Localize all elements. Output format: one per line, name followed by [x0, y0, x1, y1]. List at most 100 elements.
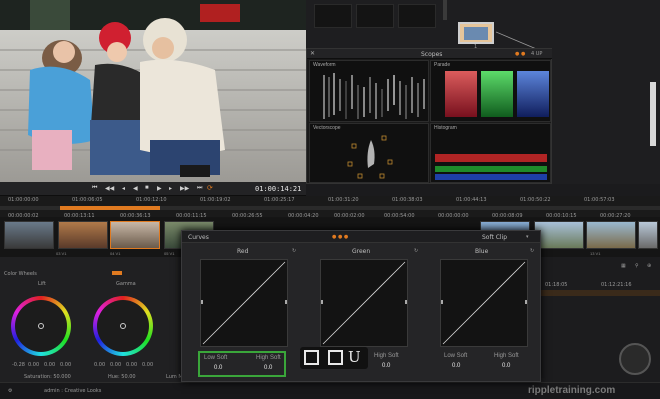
- gamma-value-g: 0.00: [126, 362, 138, 368]
- histogram-label: Histogram: [434, 125, 457, 131]
- viewer-timecode: 01:00:14:21: [255, 185, 302, 193]
- clip-timecode: 00:00:00:02: [8, 213, 39, 219]
- high-soft-value[interactable]: 0.0: [382, 363, 390, 369]
- histogram-green: [435, 166, 547, 172]
- user-project-label: admin : Creative Looks: [44, 388, 102, 394]
- rewind-icon[interactable]: ◀◀: [105, 185, 114, 192]
- reset-icon[interactable]: ↻: [530, 248, 534, 254]
- jump-start-icon[interactable]: ⏮: [92, 185, 97, 192]
- lift-value-g: 0.00: [44, 362, 56, 368]
- clip-label: 05 V1: [164, 251, 175, 256]
- node-output-handle[interactable]: [650, 82, 656, 146]
- ruler-tick: 01:00:38:03: [392, 197, 423, 203]
- gamma-wheel[interactable]: [93, 296, 153, 356]
- clip-timecode: 00:00:00:00: [438, 213, 469, 219]
- low-soft-label: Low Soft: [204, 355, 228, 361]
- saturation-readout: Saturation: 50.000: [24, 374, 71, 380]
- green-curve-graph[interactable]: [320, 259, 408, 347]
- watermark: rippletraining.com: [528, 385, 616, 396]
- histogram-red: [435, 154, 547, 162]
- high-soft-value[interactable]: 0.0: [264, 365, 272, 371]
- gamma-value-y: 0.00: [94, 362, 106, 368]
- clip-timecode: 00:00:54:00: [384, 213, 415, 219]
- step-forward-icon[interactable]: ▸: [169, 185, 172, 192]
- scrollbar[interactable]: [443, 0, 447, 20]
- blue-soft-clip-controls: Low Soft 0.0 High Soft 0.0: [440, 351, 528, 377]
- clip-thumbnail[interactable]: [4, 221, 54, 249]
- clip-timecode: 00:00:36:13: [120, 213, 151, 219]
- node-editor: 1: [306, 0, 660, 95]
- histogram-scope: Histogram: [430, 123, 551, 183]
- play-reverse-icon[interactable]: ◀: [133, 185, 138, 192]
- clip-label: 04 V1: [110, 251, 121, 256]
- parade-label: Parade: [434, 62, 451, 68]
- chevron-down-icon[interactable]: ▾: [526, 234, 529, 240]
- blue-channel-label: Blue: [475, 248, 489, 255]
- high-soft-value[interactable]: 0.0: [502, 363, 510, 369]
- step-back-icon[interactable]: ◂: [122, 185, 125, 192]
- node-editor-area: [552, 48, 660, 184]
- gallery-still[interactable]: [314, 4, 352, 28]
- clip-timecode: 00:00:11:15: [176, 213, 207, 219]
- low-soft-label: Low Soft: [444, 353, 468, 359]
- timeline-timecode: 01:12:21:16: [601, 282, 632, 288]
- page-indicator[interactable]: [112, 271, 122, 275]
- ruler-tick: 01:00:57:03: [584, 197, 615, 203]
- lift-value-r: 0.00: [28, 362, 40, 368]
- timeline-playhead-range: [60, 206, 160, 210]
- ruler-tick: 01:00:00:00: [8, 197, 39, 203]
- histogram-blue: [435, 174, 547, 180]
- page-dots[interactable]: ● ● ●: [332, 234, 348, 240]
- fast-forward-icon[interactable]: ▶▶: [180, 185, 189, 192]
- play-icon[interactable]: ▶: [157, 185, 162, 192]
- color-node[interactable]: [458, 22, 494, 44]
- ruler-tick: 01:00:31:20: [328, 197, 359, 203]
- key-u-icon: U: [348, 348, 361, 366]
- search-icon[interactable]: ⚲: [635, 263, 639, 269]
- grid-view-icon[interactable]: ▦: [621, 263, 626, 269]
- high-soft-label: High Soft: [374, 353, 399, 359]
- clip-timecode: 00:00:04:20: [288, 213, 319, 219]
- red-channel-label: Red: [237, 248, 249, 255]
- curves-mode-dropdown[interactable]: Soft Clip: [482, 234, 507, 241]
- gallery-still[interactable]: [398, 4, 436, 28]
- low-soft-value[interactable]: 0.0: [214, 365, 222, 371]
- lift-value-y: -0.28: [12, 362, 25, 368]
- ruler-tick: 01:00:50:22: [520, 197, 551, 203]
- settings-icon[interactable]: ⚙: [8, 388, 12, 394]
- waveform-scope: Waveform: [309, 60, 429, 122]
- scopes-range-indicator: ● ●: [515, 51, 526, 57]
- clip-thumbnail[interactable]: [586, 221, 636, 249]
- jump-end-icon[interactable]: ⏭: [197, 185, 202, 192]
- clip-timecode: 00:00:27:20: [600, 213, 631, 219]
- low-soft-value[interactable]: 0.0: [452, 363, 460, 369]
- scopes-title: Scopes: [421, 51, 443, 58]
- lift-wheel[interactable]: [11, 296, 71, 356]
- close-icon[interactable]: ✕: [310, 50, 315, 57]
- green-channel-label: Green: [352, 248, 371, 255]
- red-soft-clip-controls: Low Soft 0.0 High Soft 0.0: [198, 351, 286, 377]
- zoom-icon[interactable]: ⊕: [647, 263, 651, 269]
- key-square-icon: [304, 350, 319, 365]
- clip-timecode: 00:00:13:11: [64, 213, 95, 219]
- high-soft-label: High Soft: [494, 353, 519, 359]
- red-curve-graph[interactable]: [200, 259, 288, 347]
- high-soft-label: High Soft: [256, 355, 281, 361]
- scopes-layout-dropdown[interactable]: 4 UP: [531, 51, 542, 57]
- loop-icon[interactable]: ⟳: [207, 184, 213, 192]
- blue-curve-graph[interactable]: [440, 259, 528, 347]
- clip-timecode: 00:00:10:15: [546, 213, 577, 219]
- reset-icon[interactable]: ↻: [414, 248, 418, 254]
- ripple-logo: [619, 343, 651, 375]
- scopes-titlebar: ✕ Scopes ● ● 4 UP: [307, 49, 553, 59]
- clip-thumbnail[interactable]: [638, 221, 658, 249]
- stop-icon[interactable]: ■: [145, 185, 149, 191]
- gallery-still[interactable]: [356, 4, 394, 28]
- timeline-track[interactable]: [541, 290, 660, 296]
- keystroke-overlay: U: [300, 347, 368, 369]
- clip-thumbnail[interactable]: [58, 221, 108, 249]
- gamma-label: Gamma: [116, 281, 136, 287]
- clip-thumbnail-selected[interactable]: [110, 221, 160, 249]
- clip-thumbnail[interactable]: [534, 221, 584, 249]
- reset-icon[interactable]: ↻: [292, 248, 296, 254]
